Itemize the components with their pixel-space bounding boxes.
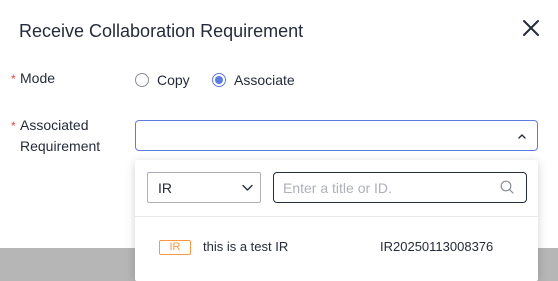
mode-required-mark: * (11, 72, 16, 86)
associated-requirement-required-mark: * (11, 119, 16, 133)
requirement-type-value: IR (158, 180, 172, 196)
associated-requirement-select[interactable] (135, 120, 538, 151)
radio-copy-circle[interactable] (135, 73, 149, 87)
requirement-title: this is a test IR (203, 239, 289, 254)
dialog-title: Receive Collaboration Requirement (19, 21, 304, 41)
requirement-type-select[interactable]: IR (147, 172, 261, 203)
chevron-up-icon (518, 134, 526, 139)
requirement-search-input[interactable] (273, 172, 527, 203)
mode-label: Mode (20, 70, 56, 86)
radio-copy-label: Copy (157, 72, 190, 88)
radio-associate-label: Associate (234, 72, 295, 88)
mode-radio-associate[interactable]: Associate (212, 72, 295, 88)
search-icon[interactable] (500, 180, 514, 194)
associated-requirement-dropdown: IR IR this is a test IR IR20250113008376 (135, 160, 538, 281)
requirement-type-badge: IR (159, 240, 191, 255)
associated-requirement-label-line2: Requirement (20, 138, 101, 154)
close-icon (523, 20, 539, 36)
close-button[interactable] (521, 18, 541, 38)
associated-requirement-label-line1: Associated (20, 117, 89, 133)
radio-associate-circle[interactable] (212, 73, 226, 87)
chevron-down-icon (242, 184, 253, 191)
requirement-id: IR20250113008376 (380, 239, 494, 254)
dropdown-divider (135, 216, 538, 217)
requirement-result-item[interactable]: IR this is a test IR IR20250113008376 (135, 230, 538, 264)
mode-radio-copy[interactable]: Copy (135, 72, 190, 88)
